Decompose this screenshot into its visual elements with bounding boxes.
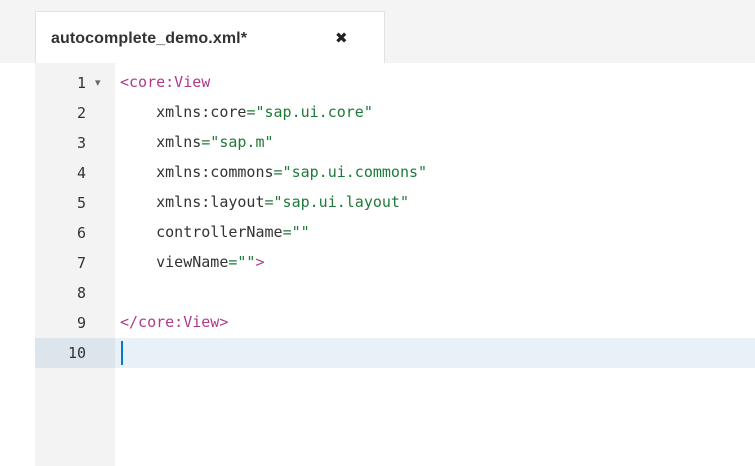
line-number: 7 (76, 254, 86, 272)
gutter-cell: 9 (35, 308, 115, 338)
editor-window: autocomplete_demo.xml* ✖ 1 ▾ <core:View … (0, 0, 755, 466)
tab-strip: autocomplete_demo.xml* ✖ (0, 0, 755, 63)
code-line-9[interactable]: 9 </core:View> (35, 308, 755, 338)
code-text: xmlns:core="sap.ui.core" (156, 103, 373, 121)
gutter-cell: 5 (35, 188, 115, 218)
gutter-cell: 2 (35, 98, 115, 128)
gutter-cell: 10 (35, 338, 115, 368)
code-line-4[interactable]: 4 xmlns:commons="sap.ui.commons" (35, 158, 755, 188)
code-editor[interactable]: 1 ▾ <core:View 2 xmlns:core="sap.ui.core… (35, 63, 755, 466)
gutter-cell: 1 ▾ (35, 68, 115, 98)
gutter-cell: 3 (35, 128, 115, 158)
gutter-cell: 4 (35, 158, 115, 188)
code-text: xmlns:layout="sap.ui.layout" (156, 193, 409, 211)
close-icon[interactable]: ✖ (335, 28, 348, 48)
line-number: 8 (76, 284, 86, 302)
tab-autocomplete-demo[interactable]: autocomplete_demo.xml* ✖ (35, 11, 385, 63)
gutter-cell: 7 (35, 248, 115, 278)
code-line-6[interactable]: 6 controllerName="" (35, 218, 755, 248)
code-text: controllerName="" (156, 223, 310, 241)
code-text: </core:View> (120, 313, 229, 331)
code-text: xmlns="sap.m" (156, 133, 274, 151)
code-line-7[interactable]: 7 viewName=""> (35, 248, 755, 278)
code-text: xmlns:commons="sap.ui.commons" (156, 163, 428, 181)
line-number: 6 (76, 224, 86, 242)
line-number: 1 (76, 74, 86, 92)
line-number: 9 (76, 314, 86, 332)
code-line-5[interactable]: 5 xmlns:layout="sap.ui.layout" (35, 188, 755, 218)
tab-title: autocomplete_demo.xml* (51, 30, 248, 47)
line-number: 5 (76, 194, 86, 212)
text-cursor (121, 341, 123, 365)
line-number: 4 (76, 164, 86, 182)
code-line-2[interactable]: 2 xmlns:core="sap.ui.core" (35, 98, 755, 128)
code-line-1[interactable]: 1 ▾ <core:View (35, 68, 755, 98)
line-number: 3 (76, 134, 86, 152)
code-text: viewName=""> (156, 253, 265, 271)
code-line-8[interactable]: 8 (35, 278, 755, 308)
code-line-3[interactable]: 3 xmlns="sap.m" (35, 128, 755, 158)
code-line-10-active[interactable]: 10 (35, 338, 755, 368)
line-number: 2 (76, 104, 86, 122)
gutter-cell: 8 (35, 278, 115, 308)
line-number: 10 (67, 344, 86, 362)
gutter-cell: 6 (35, 218, 115, 248)
fold-toggle-icon[interactable]: ▾ (95, 74, 101, 92)
code-text: <core:View (120, 73, 211, 91)
